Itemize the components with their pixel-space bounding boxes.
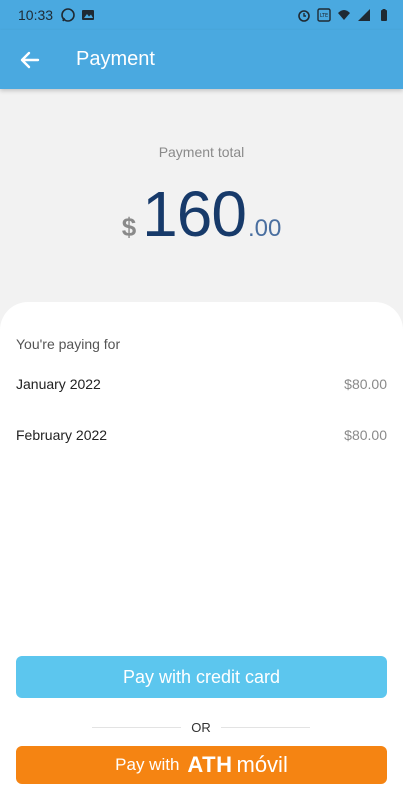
ath-brand: ATH [187, 752, 233, 777]
divider-line [220, 727, 310, 728]
payment-total-label: Payment total [158, 144, 245, 160]
status-time: 10:33 [18, 7, 54, 23]
item-amount: $80.00 [344, 376, 387, 392]
pay-credit-card-label: Pay with credit card [122, 666, 281, 687]
divider-line [92, 727, 182, 728]
or-divider: OR [92, 720, 310, 735]
page-title: Payment [76, 48, 155, 70]
ath-brand-suffix: móvil [236, 752, 288, 777]
image-icon [82, 10, 95, 20]
status-bar: 10:33 LTE [0, 0, 403, 30]
pay-ath-movil-button[interactable]: Pay with ATH móvil [16, 746, 387, 784]
list-item: January 2022 $80.00 [16, 376, 387, 392]
arrow-left-icon [20, 51, 40, 68]
battery-icon [381, 9, 387, 21]
signal-icon [358, 9, 370, 21]
alarm-icon [298, 10, 310, 22]
or-label: OR [191, 720, 211, 735]
pay-credit-card-button[interactable]: Pay with credit card [16, 656, 387, 698]
ath-prefix-label: Pay with [115, 755, 180, 774]
amount-cents: .00 [247, 215, 282, 242]
payment-total-section: Payment total $ 160 .00 [0, 89, 403, 304]
app-bar: Payment [0, 30, 403, 89]
item-label: January 2022 [16, 376, 101, 392]
amount-main: 160 [142, 178, 247, 250]
payment-total-amount: $ 160 .00 [0, 177, 403, 251]
payment-details-card: You're paying for January 2022 $80.00 Fe… [0, 302, 403, 800]
list-item: February 2022 $80.00 [16, 427, 387, 443]
paying-for-label: You're paying for [16, 336, 121, 352]
currency-symbol: $ [121, 212, 137, 242]
svg-text:LTE: LTE [320, 13, 328, 19]
item-label: February 2022 [16, 427, 108, 443]
item-amount: $80.00 [344, 427, 387, 443]
whatsapp-icon [61, 8, 75, 22]
volte-icon: LTE [317, 8, 331, 22]
wifi-icon [338, 10, 350, 20]
back-button[interactable] [0, 30, 60, 89]
